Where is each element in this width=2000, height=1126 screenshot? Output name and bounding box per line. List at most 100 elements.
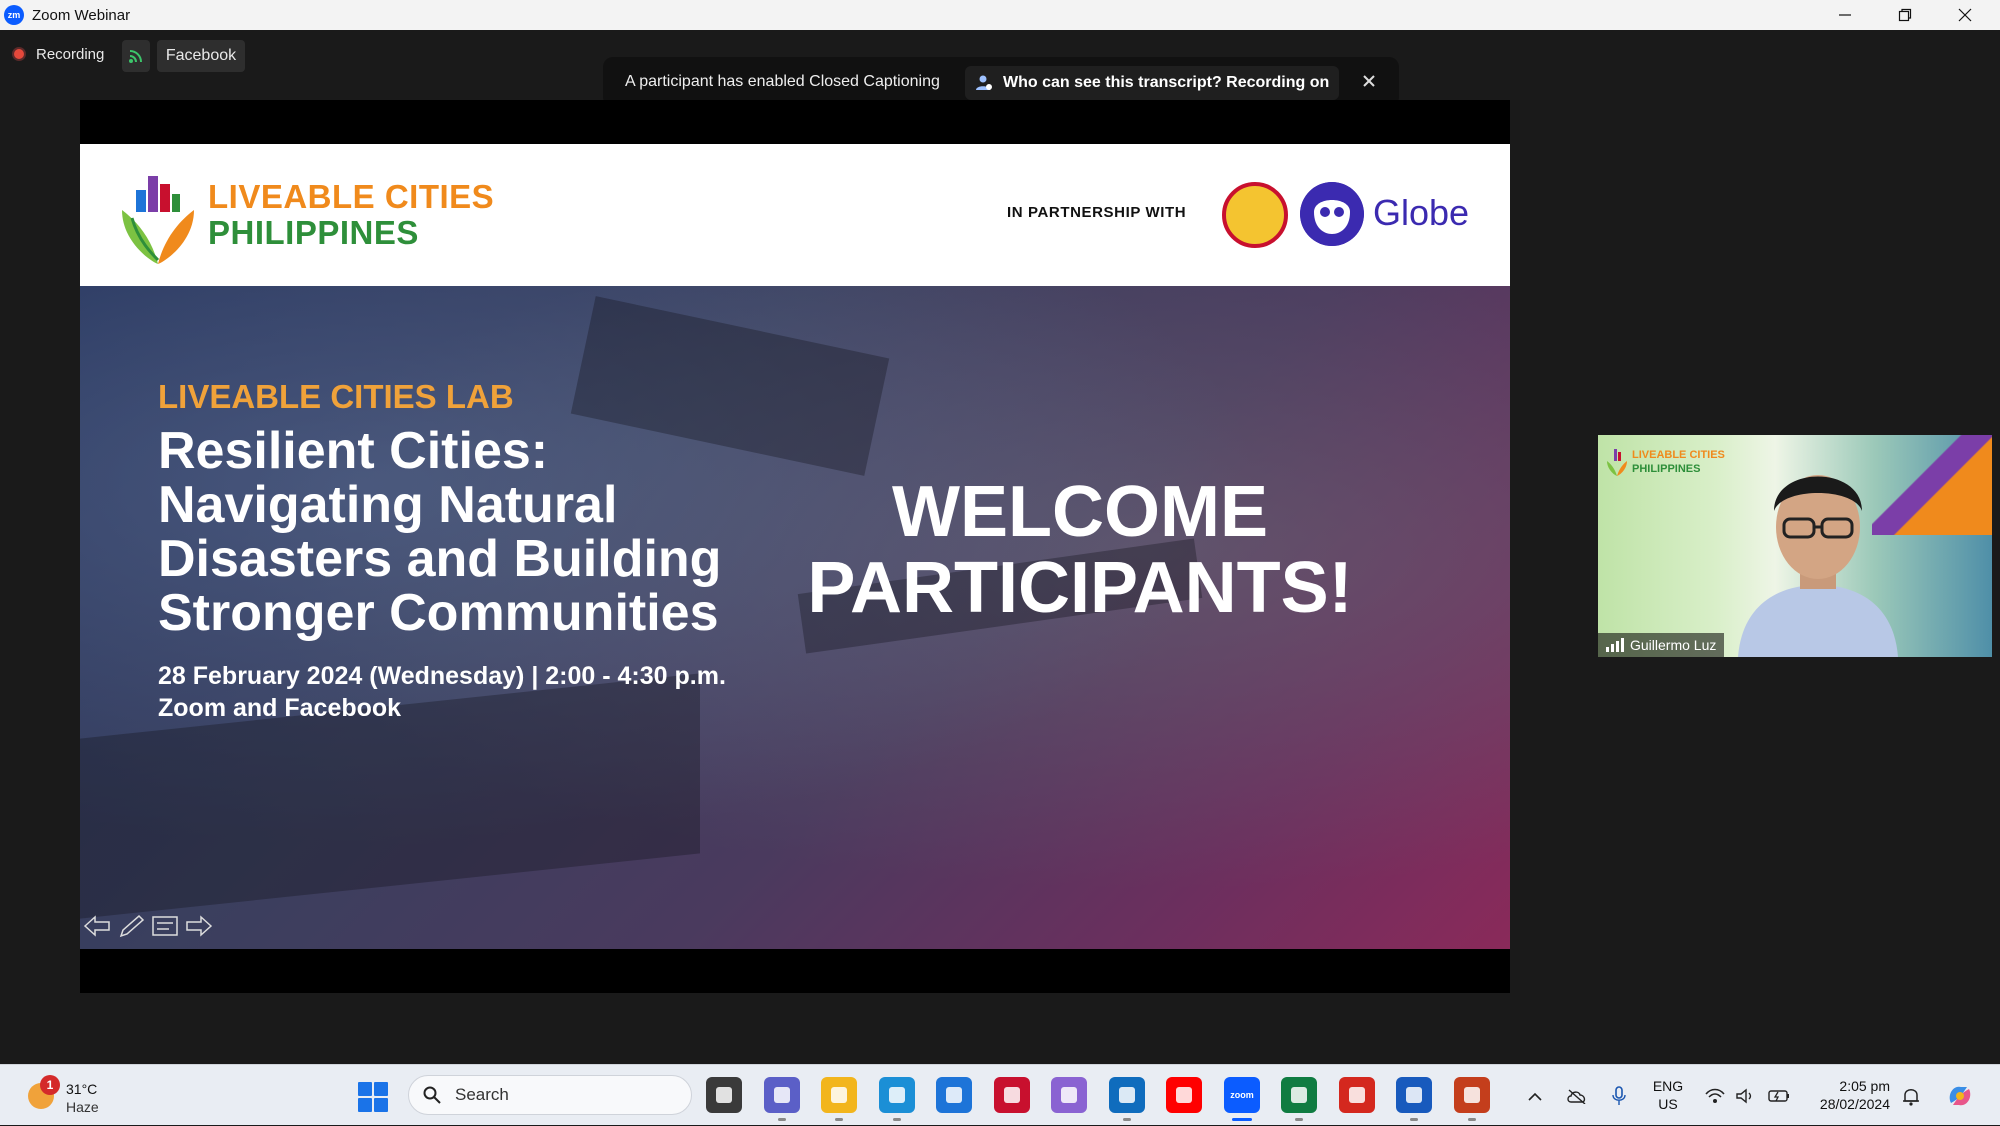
windows-logo-pane [358,1098,372,1112]
taskbar-app-youtube[interactable] [1166,1077,1202,1113]
taskbar-app-excel[interactable] [1281,1077,1317,1121]
acrobat-icon [1349,1087,1365,1103]
microphone-icon [1612,1085,1626,1105]
weather-widget[interactable]: 1 31°C Haze [26,1075,136,1117]
taskbar-app-acrobat[interactable] [1339,1077,1375,1113]
language-line-2: US [1658,1096,1678,1112]
globe-logo-icon [1300,182,1364,246]
battery-tray-button[interactable] [1762,1065,1796,1126]
taskbar-app-outlook[interactable] [1109,1077,1145,1121]
participant-video-tile[interactable]: LIVEABLE CITIES PHILIPPINES Guillermo Lu… [1598,435,1992,657]
connection-signal-icon [1606,638,1624,652]
cc-banner-close-button[interactable] [1357,69,1381,93]
recording-indicator[interactable]: Recording [12,40,104,68]
headline-line: Navigating Natural [158,476,618,534]
zoom-icon: zm [4,5,24,25]
speaker-icon [1736,1088,1752,1103]
show-hidden-icons-button[interactable] [1518,1065,1552,1126]
taskbar-app-zoom[interactable]: zoom [1224,1077,1260,1121]
restore-icon [1898,8,1912,22]
taskbar-search[interactable]: Search [408,1075,692,1115]
slide-header: LIVEABLE CITIES PHILIPPINES IN PARTNERSH… [80,144,1510,286]
headline-line: Stronger Communities [158,584,719,642]
slide-background: LIVEABLE CITIES LAB Resilient Cities: Na… [80,286,1510,949]
slide-menu-button[interactable] [150,912,180,940]
battery-charging-icon [1768,1089,1789,1102]
arrow-right-icon [186,915,213,937]
taskbar: 1 31°C Haze Search zoom ENG US 2:05 pm 2… [0,1064,2000,1125]
headline-line: Resilient Cities: [158,422,549,480]
liveable-cities-logo-icon [122,176,194,264]
minimize-button[interactable] [1815,0,1875,30]
series-title: LIVEABLE CITIES LAB [158,378,514,415]
copilot-icon [1061,1087,1077,1103]
windows-logo-pane [374,1098,388,1112]
folder-icon [831,1087,847,1103]
recording-icon [12,47,26,61]
presentation-slide: LIVEABLE CITIES PHILIPPINES IN PARTNERSH… [80,144,1510,949]
previous-slide-button[interactable] [82,912,112,940]
transcript-visibility-button[interactable]: Who can see this transcript? Recording o… [965,66,1340,100]
pen-tool-button[interactable] [116,912,146,940]
taskbar-app-powerpoint[interactable] [1454,1077,1490,1121]
excel-icon [1291,1087,1307,1103]
slide-headline: Resilient Cities: Navigating Natural Dis… [158,424,798,640]
livestream-icon [129,50,142,63]
youtube-icon [1176,1087,1192,1103]
minimize-icon [1839,14,1851,16]
notifications-button[interactable] [1896,1065,1926,1126]
clock-time: 2:05 pm [1839,1078,1890,1094]
brand-line-1: LIVEABLE CITIES [208,178,495,215]
windows-logo-pane [374,1082,388,1096]
copilot-tray-button[interactable] [1940,1065,1980,1126]
taskbar-app-teams[interactable] [764,1077,800,1121]
search-label: Search [455,1085,509,1104]
participant-name: Guillermo Luz [1630,637,1717,653]
taskbar-app-file-explorer[interactable] [821,1077,857,1121]
slide-controls [82,912,214,940]
person-icon [976,75,992,90]
onedrive-tray-button[interactable] [1560,1065,1594,1126]
livestream-button[interactable] [122,40,150,72]
taskbar-app-copilot[interactable] [1051,1077,1087,1113]
participant-video [1738,475,1898,657]
close-window-button[interactable] [1935,0,1995,30]
copilot-icon [1949,1086,1971,1105]
taskbar-app-store[interactable] [936,1077,972,1113]
welcome-line: PARTICIPANTS! [807,548,1353,628]
windows-logo-pane [358,1082,372,1096]
tile-brand-line-1: LIVEABLE CITIES [1632,449,1725,461]
start-button[interactable] [358,1082,388,1112]
close-icon [1363,75,1375,87]
cc-message: A participant has enabled Closed Caption… [625,73,940,90]
taskbar-app-mcafee[interactable] [994,1077,1030,1113]
word-icon [1406,1087,1422,1103]
tile-brand-line-2: PHILIPPINES [1632,463,1701,475]
system-clock[interactable]: 2:05 pm 28/02/2024 [1802,1077,1890,1113]
shield-icon [1004,1087,1020,1103]
zoom-icon: zoom [1230,1090,1254,1100]
teams-icon [774,1087,790,1103]
pen-icon [119,914,145,938]
taskbar-app-word[interactable] [1396,1077,1432,1121]
bell-icon [1903,1088,1919,1106]
facebook-livestream-button[interactable]: Facebook [157,40,245,72]
city-seal-icon [1222,182,1288,248]
microphone-tray-button[interactable] [1602,1065,1636,1126]
liveable-cities-logo-icon [1607,449,1627,476]
title-bar: zm Zoom Webinar [0,0,2000,30]
arrow-left-icon [83,915,110,937]
next-slide-button[interactable] [184,912,214,940]
brand-line-2: PHILIPPINES [208,214,419,251]
volume-tray-button[interactable] [1730,1065,1760,1126]
window-title: Zoom Webinar [32,6,131,24]
network-tray-button[interactable] [1700,1065,1730,1126]
taskbar-app-task-view[interactable] [706,1077,742,1113]
chevron-up-icon [1528,1092,1542,1101]
input-language-button[interactable]: ENG US [1650,1077,1686,1113]
cloud-offline-icon [1567,1088,1586,1104]
outlook-icon [1119,1087,1135,1103]
weather-alert-badge: 1 [40,1075,60,1095]
restore-button[interactable] [1875,0,1935,30]
taskbar-app-edge[interactable] [879,1077,915,1121]
